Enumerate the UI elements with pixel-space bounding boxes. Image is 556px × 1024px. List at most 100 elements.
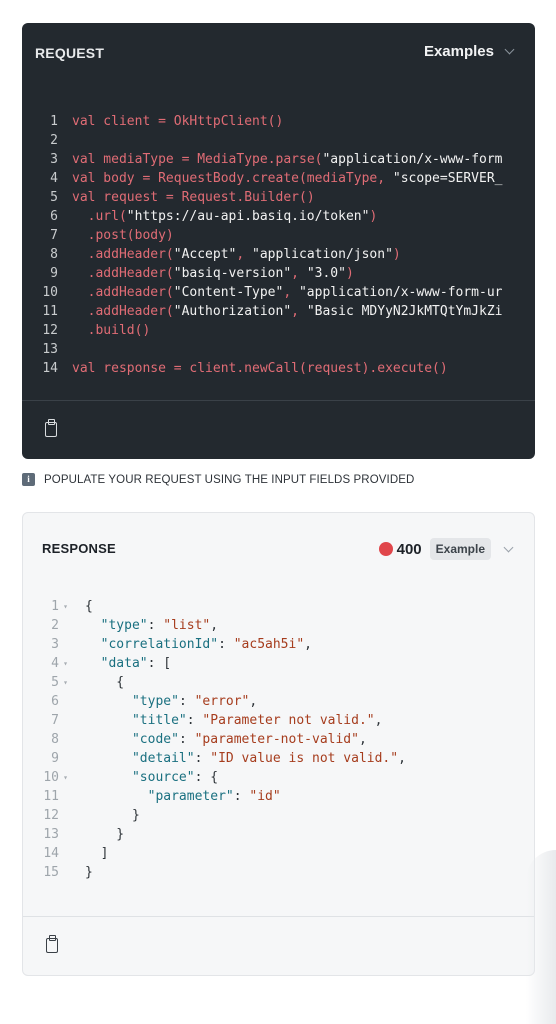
code-token: ) — [345, 266, 354, 281]
code-text: val mediaType = MediaType.parse("applica… — [72, 150, 503, 169]
response-title: RESPONSE — [42, 541, 116, 556]
example-badge: Example — [429, 538, 491, 560]
json-text: } — [59, 806, 140, 825]
code-line: 5 val request = Request.Builder() — [22, 188, 535, 207]
response-status-selector[interactable]: 400 Example — [378, 538, 514, 560]
json-token: "error" — [194, 694, 250, 709]
code-token: , — [236, 247, 253, 262]
json-line: 2 "type": "list", — [23, 616, 534, 635]
json-line: 12 } — [23, 806, 534, 825]
line-number: 3 — [50, 152, 58, 167]
chevron-down-icon — [504, 44, 515, 55]
line-number: 7 — [50, 228, 58, 243]
json-text: "source": { — [59, 768, 218, 787]
examples-dropdown[interactable]: Examples — [423, 43, 515, 60]
code-token: .addHeader( — [72, 266, 174, 281]
status-dot-icon — [378, 542, 393, 556]
code-token: "scope=SERVER_ — [392, 171, 503, 186]
json-text: "type": "error", — [59, 692, 257, 711]
code-token: .addHeader( — [72, 247, 174, 262]
json-token: "list" — [163, 618, 211, 633]
line-number-text: 8 — [51, 732, 59, 747]
line-number-text: 6 — [51, 694, 59, 709]
line-number-text: 14 — [43, 846, 59, 861]
code-token: val request = — [72, 190, 182, 205]
json-line: 10 ▾ "source": { — [23, 768, 534, 787]
fold-toggle-icon[interactable]: ▾ — [63, 597, 68, 616]
copy-request-button[interactable] — [36, 413, 66, 445]
line-number: 11 — [23, 787, 59, 806]
line-number-text: 13 — [43, 827, 59, 842]
line-number: 12 — [23, 806, 59, 825]
line-number: 11 — [42, 304, 58, 319]
line-number: 12 — [42, 323, 58, 338]
request-header: REQUEST Examples — [22, 23, 535, 83]
json-token: } — [85, 865, 93, 880]
examples-label: Examples — [423, 43, 494, 60]
fold-toggle-icon[interactable]: ▾ — [63, 654, 68, 673]
line-number-text: 11 — [43, 789, 59, 804]
json-token: : — [218, 637, 234, 652]
line-number: 14 — [23, 844, 59, 863]
line-number-text: 12 — [43, 808, 59, 823]
json-token: } — [85, 808, 140, 823]
code-line: 4 val body = RequestBody.create(mediaType… — [22, 169, 535, 188]
line-number: 9 — [50, 266, 58, 281]
json-line: 8 "code": "parameter-not-valid", — [23, 730, 534, 749]
code-line: 7 .post(body) — [22, 226, 535, 245]
code-line: 9 .addHeader("basiq-version", "3.0") — [22, 264, 535, 283]
copy-response-button[interactable] — [37, 929, 67, 961]
response-code-block[interactable]: 1 ▾{2 "type": "list", 3 "correlationId": "… — [23, 597, 534, 882]
code-token: ) — [369, 209, 378, 224]
code-line: 6 .url("https://au-api.basiq.io/token") — [22, 207, 535, 226]
code-token: , — [283, 285, 299, 300]
code-token: .addHeader( — [72, 304, 174, 319]
code-text: val body = RequestBody.create(mediaType,… — [72, 169, 502, 188]
edge-shadow — [526, 850, 556, 1024]
json-line: 9 "detail": "ID value is not valid.", — [23, 749, 534, 768]
fold-toggle-icon[interactable]: ▾ — [63, 673, 68, 692]
code-token: , — [291, 304, 307, 319]
json-token: "detail" — [131, 751, 195, 766]
line-number: 8 — [50, 247, 58, 262]
json-line: 11 "parameter": "id" — [23, 787, 534, 806]
code-text: .post(body) — [72, 226, 174, 245]
json-token: : — [178, 694, 195, 709]
line-number: 5 ▾ — [23, 673, 68, 692]
code-line: 10 .addHeader("Content-Type", "applicati… — [22, 283, 535, 302]
line-number: 9 — [23, 749, 59, 768]
code-token: .post(body) — [72, 228, 174, 243]
json-text: } — [59, 863, 93, 882]
request-code-block[interactable]: 1 val client = OkHttpClient() 2 3 val mediaT… — [22, 112, 535, 378]
info-icon: i — [22, 473, 35, 486]
chevron-down-icon — [503, 542, 514, 552]
code-token: .addHeader( — [72, 285, 174, 300]
json-token: "Parameter not valid." — [202, 713, 375, 728]
code-token: val body = — [72, 171, 159, 186]
request-footer — [22, 400, 535, 459]
json-token: , — [398, 751, 406, 766]
json-text: "parameter": "id" — [59, 787, 281, 806]
code-text: val client = OkHttpClient() — [72, 112, 283, 131]
code-token: , — [291, 266, 307, 281]
json-token: "parameter-not-valid" — [194, 732, 359, 747]
line-number: 10 — [42, 285, 58, 300]
line-number: 5 — [50, 190, 58, 205]
code-token: Request — [181, 190, 237, 205]
code-token: "3.0" — [306, 266, 346, 281]
json-text: "title": "Parameter not valid.", — [59, 711, 382, 730]
json-line: 13 } — [23, 825, 534, 844]
json-text: "correlationId": "ac5ah5i", — [59, 635, 312, 654]
code-token: val client = — [72, 114, 174, 129]
json-line: 15} — [23, 863, 534, 882]
fold-toggle-icon[interactable]: ▾ — [63, 768, 68, 787]
code-line: 2 — [22, 131, 535, 150]
json-token: { — [85, 599, 93, 614]
json-token: "code" — [131, 732, 179, 747]
json-line: 7 "title": "Parameter not valid.", — [23, 711, 534, 730]
json-line: 5 ▾ { — [23, 673, 534, 692]
line-number-text: 10 — [43, 770, 59, 785]
